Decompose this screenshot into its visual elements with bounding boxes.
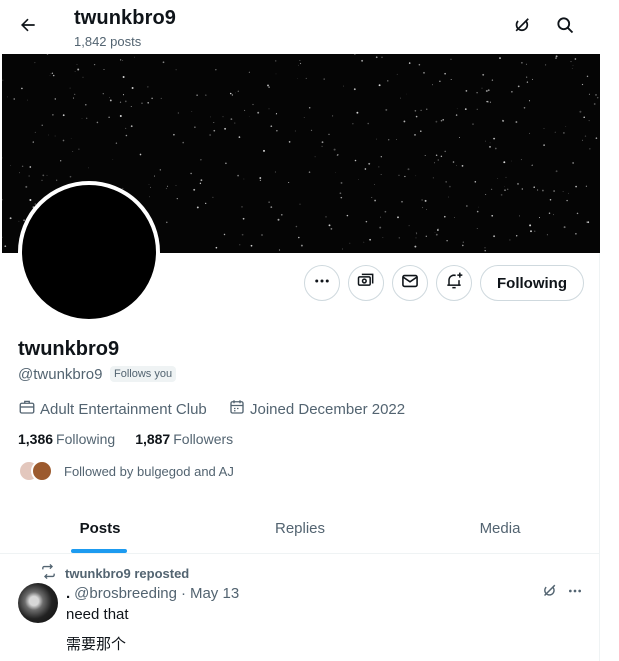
more-button[interactable] [304,265,340,301]
bell-plus-icon [444,271,464,296]
tab-replies[interactable]: Replies [200,503,400,553]
search-icon [555,15,575,40]
post-author-avatar[interactable] [18,583,58,623]
followers-label: Followers [173,431,234,447]
followers-count: 1,887 [135,431,171,447]
money-icon [356,271,376,296]
following-link[interactable]: 1,386 Following [18,431,115,447]
profile-category: Adult Entertainment Club [40,400,207,418]
followed-by-row[interactable]: Followed by bulgegod and AJ [18,460,234,482]
right-gutter [601,0,619,661]
follow-stats: 1,386 Following 1,887 Followers [18,431,253,447]
reposted-by-text[interactable]: twunkbro9 reposted [65,566,189,581]
profile-tabs: Posts Replies Media [0,503,600,554]
calendar-icon [228,398,250,420]
profile-column: twunkbro9 1,842 posts Following twunkbro… [0,0,600,661]
post-text-line: 需要那个 [66,636,127,653]
more-dots-icon [313,272,331,295]
arrow-left-icon [18,15,38,40]
header-name: twunkbro9 [74,7,177,29]
notifications-button[interactable] [436,265,472,301]
post-text-line: need that [66,606,129,623]
joined-row: Joined December 2022 [228,398,405,420]
post-author-name[interactable]: . [66,585,70,602]
following-count: 1,386 [18,431,54,447]
header-post-count: 1,842 posts [74,34,142,49]
subscribe-button[interactable] [348,265,384,301]
joined-date: Joined December 2022 [250,400,406,418]
user-handle: @twunkbro9 [18,366,103,383]
grok-button[interactable] [506,11,538,43]
followed-by-text: Followed by bulgegod and AJ [64,463,234,479]
post-author-handle[interactable]: @brosbreeding [74,585,177,602]
active-tab-indicator [71,549,127,553]
post-grok-button[interactable] [538,583,560,603]
profile-avatar[interactable] [18,181,160,323]
top-bar: twunkbro9 1,842 posts [0,0,600,54]
grok-icon [541,582,558,604]
grok-icon [512,15,532,40]
repost-indicator: twunkbro9 reposted [40,563,189,583]
post-separator: · [180,585,186,602]
category-row: Adult Entertainment Club [18,398,207,420]
following-button[interactable]: Following [480,265,584,301]
follower-avatar [31,460,53,482]
more-dots-icon [567,583,583,604]
message-button[interactable] [392,265,428,301]
mail-icon [400,271,420,296]
briefcase-icon [18,398,40,420]
post-more-button[interactable] [564,583,586,603]
back-button[interactable] [10,9,46,45]
following-label: Following [56,431,116,447]
repost-icon [40,563,65,583]
tab-posts[interactable]: Posts [0,503,200,553]
search-button[interactable] [549,11,581,43]
follows-you-badge: Follows you [110,366,177,382]
followers-link[interactable]: 1,887 Followers [135,431,233,447]
post-date[interactable]: May 13 [190,585,239,602]
post-header: . @brosbreeding · May 13 [66,585,239,602]
display-name: twunkbro9 [18,338,120,360]
tab-media[interactable]: Media [400,503,600,553]
